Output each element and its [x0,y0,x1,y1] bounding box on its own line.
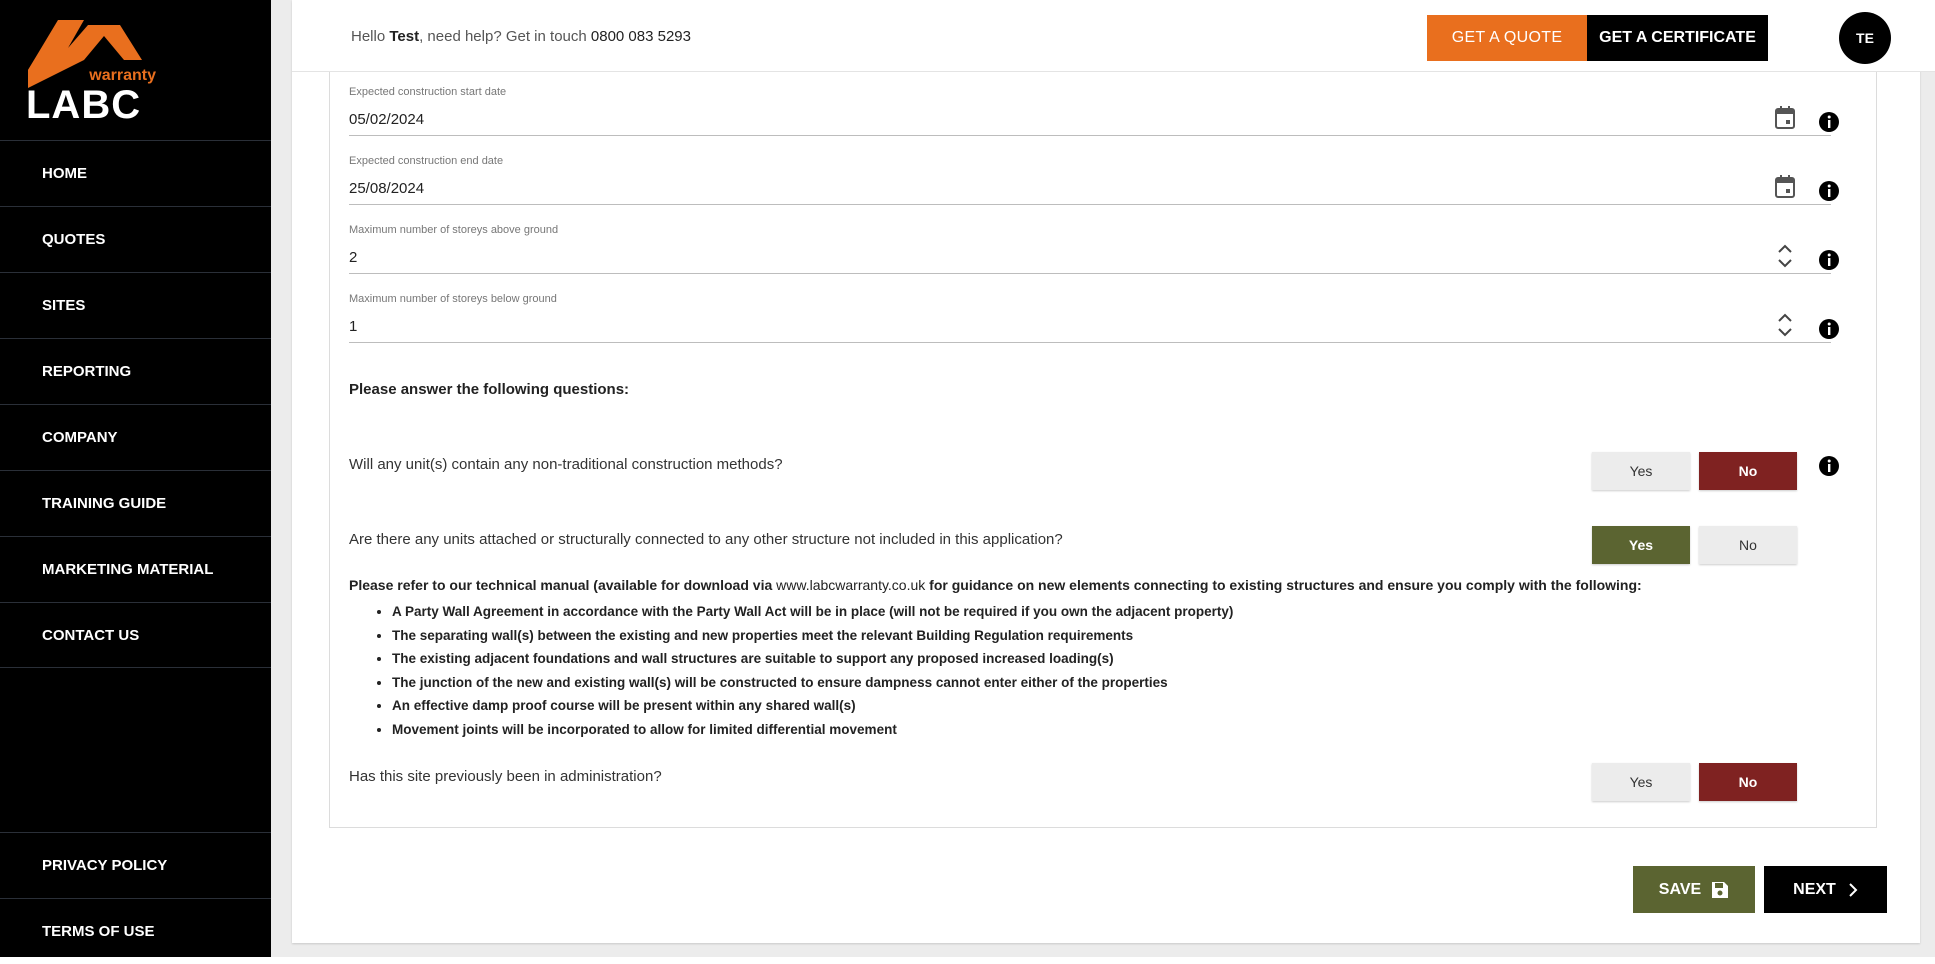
administration-no-button[interactable]: No [1699,763,1797,801]
sidebar-item-privacy-policy[interactable]: PRIVACY POLICY [0,832,271,898]
sidebar-item-marketing-material[interactable]: MARKETING MATERIAL [0,536,271,602]
question-non-traditional: Will any unit(s) contain any non-traditi… [349,456,783,473]
sidebar-item-contact-us[interactable]: CONTACT US [0,602,271,668]
end-date-underline [349,204,1831,205]
technical-manual-note: Please refer to our technical manual (av… [349,577,1642,593]
sidebar-item-training-guide[interactable]: TRAINING GUIDE [0,470,271,536]
info-icon[interactable] [1818,180,1840,202]
calendar-icon[interactable] [1774,105,1796,131]
non-traditional-yes-button[interactable]: Yes [1592,452,1690,490]
info-icon[interactable] [1818,111,1840,133]
attached-structures-no-button[interactable]: No [1699,526,1797,564]
save-label: SAVE [1658,880,1702,898]
start-date-label: Expected construction start date [349,86,507,98]
sidebar: warranty LABC HOME QUOTES SITES REPORTIN… [0,0,271,957]
info-icon[interactable] [1818,318,1840,340]
list-item: Movement joints will be incorporated to … [392,718,1233,742]
storeys-below-input[interactable]: 1 [349,318,357,335]
compliance-list: A Party Wall Agreement in accordance wit… [370,600,1233,741]
sidebar-item-quotes[interactable]: QUOTES [0,206,271,272]
next-button[interactable]: NEXT [1764,866,1887,913]
note-suffix: for guidance on new elements connecting … [929,577,1642,593]
end-date-label: Expected construction end date [349,155,504,167]
sidebar-item-company[interactable]: COMPANY [0,404,271,470]
sidebar-item-home[interactable]: HOME [0,140,271,206]
avatar[interactable]: TE [1839,12,1891,64]
start-date-input[interactable]: 05/02/2024 [349,111,424,128]
user-name: Test [389,28,420,45]
sidebar-item-terms-of-use[interactable]: TERMS OF USE [0,898,271,964]
storeys-above-label: Maximum number of storeys above ground [349,224,559,236]
calendar-icon[interactable] [1774,174,1796,200]
get-a-quote-button[interactable]: GET A QUOTE [1427,15,1587,61]
storeys-above-underline [349,273,1831,274]
note-prefix: Please refer to our technical manual (av… [349,577,773,593]
questions-heading: Please answer the following questions: [349,381,630,398]
labc-warranty-logo[interactable]: warranty LABC [24,20,164,127]
storeys-above-input[interactable]: 2 [349,249,357,266]
question-administration: Has this site previously been in adminis… [349,768,662,785]
list-item: The junction of the new and existing wal… [392,671,1233,695]
question-attached-structures: Are there any units attached or structur… [349,531,1063,548]
labc-warranty-link[interactable]: www.labcwarranty.co.uk [776,577,925,593]
svg-text:warranty: warranty [88,67,156,84]
get-a-certificate-button[interactable]: GET A CERTIFICATE [1587,15,1768,61]
storeys-below-label: Maximum number of storeys below ground [349,293,557,305]
administration-yes-button[interactable]: Yes [1592,763,1690,801]
end-date-input[interactable]: 25/08/2024 [349,180,424,197]
chevron-right-icon [1849,882,1858,897]
start-date-underline [349,135,1831,136]
floppy-disk-icon [1712,881,1729,898]
list-item: A Party Wall Agreement in accordance wit… [392,600,1233,624]
stepper-icon[interactable] [1774,243,1796,269]
storeys-below-underline [349,342,1831,343]
save-button[interactable]: SAVE [1633,866,1755,913]
sidebar-item-reporting[interactable]: REPORTING [0,338,271,404]
next-label: NEXT [1793,880,1836,898]
greeting-text: Hello Test, need help? Get in touch 0800… [351,28,691,45]
help-text: , need help? Get in touch [419,28,587,45]
list-item: The separating wall(s) between the exist… [392,624,1233,648]
logo-roof-icon: warranty LABC [26,20,156,127]
greeting-prefix: Hello [351,28,386,45]
sidebar-item-sites[interactable]: SITES [0,272,271,338]
attached-structures-yes-button[interactable]: Yes [1592,526,1690,564]
non-traditional-no-button[interactable]: No [1699,452,1797,490]
info-icon[interactable] [1818,455,1840,477]
info-icon[interactable] [1818,249,1840,271]
phone-number[interactable]: 0800 083 5293 [591,28,691,45]
list-item: An effective damp proof course will be p… [392,694,1233,718]
list-item: The existing adjacent foundations and wa… [392,647,1233,671]
stepper-icon[interactable] [1774,312,1796,338]
svg-text:LABC: LABC [26,83,141,125]
